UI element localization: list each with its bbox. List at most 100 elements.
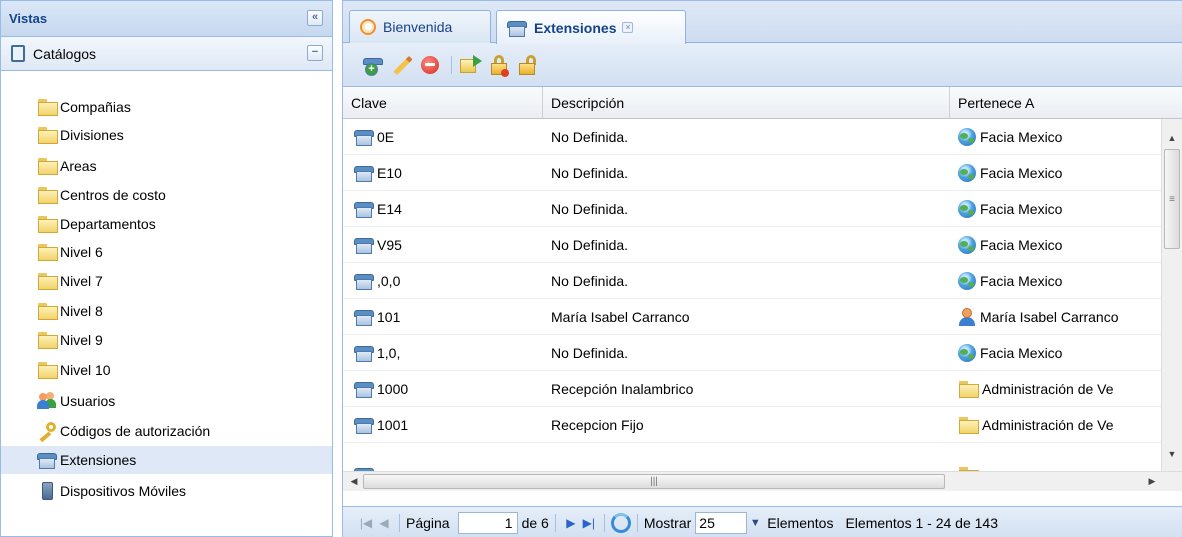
first-page-icon[interactable]: |◀ [357,514,375,532]
tree-item-codigos-de-autorizacion[interactable]: Códigos de autorización [37,417,333,445]
tree-item-label: Códigos de autorización [60,423,211,439]
tree-item-label: Dispositivos Móviles [60,483,187,499]
column-header-clave[interactable]: Clave [343,87,543,119]
collapse-panel-button[interactable]: « [307,10,323,26]
tree-item-departamentos[interactable]: Departamentos [37,210,333,238]
tree-item-label: Nivel 10 [60,362,111,378]
tree-item-extensiones[interactable]: Extensiones [1,446,332,474]
chevron-down-icon[interactable]: ▼ [747,512,763,534]
delete-icon [421,55,439,74]
tree-item-label: Divisiones [60,127,124,143]
tab-bienvenida[interactable]: Bienvenida [349,10,491,43]
lock-button[interactable] [488,54,510,77]
content-panel: Bienvenida Extensiones × Clave Descripci… [342,0,1182,537]
pertenece-text: Facia Mexico [980,237,1063,253]
last-page-icon[interactable]: ▶| [580,514,598,532]
tab-label: Extensiones [534,19,617,36]
refresh-icon[interactable] [610,512,631,533]
table-row[interactable]: E14 No Definida. Facia Mexico [343,191,1161,227]
cell-pertenece: Facia Mexico [958,227,1161,263]
table-row[interactable]: V95 No Definida. Facia Mexico [343,227,1161,263]
pertenece-text: Administración de Ve [982,417,1114,433]
prev-page-icon[interactable]: ◀ [375,514,393,532]
tree-item-usuarios[interactable]: Usuarios [37,387,333,415]
vertical-scrollbar[interactable]: ▲ ≡ ▼ [1161,119,1182,471]
horizontal-scroll-thumb[interactable]: ||| [363,474,945,489]
clave-text: 1001 [377,417,409,433]
tree-item-nivel-9[interactable]: Nivel 9 [37,326,333,354]
clave-text: V95 [377,237,402,253]
next-page-icon[interactable]: ▶ [562,514,580,532]
table-row[interactable]: E10 No Definida. Facia Mexico [343,155,1161,191]
phone-icon [354,237,374,254]
tree-item-label: Usuarios [60,393,116,409]
add-extension-icon [363,57,383,76]
tab-strip: Bienvenida Extensiones × [343,1,1182,44]
delete-button[interactable] [419,54,441,76]
folder-icon [37,216,58,233]
scroll-right-arrow-icon[interactable]: ▶ [1143,472,1161,491]
table-row[interactable]: 1,0, No Definida. Facia Mexico [343,335,1161,371]
catalogos-header[interactable]: Catálogos − [1,37,332,71]
mobile-device-icon [37,482,57,500]
scroll-down-arrow-icon[interactable]: ▼ [1162,445,1182,463]
vertical-scroll-thumb[interactable]: ≡ [1164,149,1180,249]
tree-item-dispositivos-moviles[interactable]: Dispositivos Móviles [37,477,333,505]
scroll-left-arrow-icon[interactable]: ◀ [345,472,363,491]
table-row[interactable]: 1001 Recepcion Fijo Administración de Ve [343,407,1161,443]
paging-separator [399,513,400,532]
cell-clave: 0E [354,119,534,155]
tree-item-nivel-7[interactable]: Nivel 7 [37,267,333,295]
tree-item-areas[interactable]: Areas [37,152,333,180]
tab-label: Bienvenida [383,19,453,35]
page-size-select[interactable]: 25 [695,511,748,534]
page-label: Página [406,514,450,531]
edit-icon [391,54,413,76]
clock-icon [360,19,376,35]
table-row[interactable]: 1000 Recepción Inalambrico Administració… [343,371,1161,407]
elements-label: Elementos [767,514,834,531]
cell-clave: 1000 [354,371,534,407]
globe-icon [958,128,976,146]
folder-icon [958,381,979,398]
cell-pertenece: Administración de Ve [958,371,1161,407]
collapse-section-button[interactable]: − [307,45,323,61]
paging-toolbar: |◀ ◀ Página de 6 ▶ ▶| Mostrar 25 ▼ Eleme… [343,506,1182,537]
column-header-pertenece[interactable]: Pertenece A [950,87,1182,119]
pertenece-text: Facia Mexico [980,165,1063,181]
share-button[interactable] [460,54,482,76]
vistas-title: Vistas [9,11,48,26]
paging-separator [636,513,638,532]
key-icon [37,422,57,443]
scroll-up-arrow-icon[interactable]: ▲ [1162,129,1182,147]
tree-item-nivel-8[interactable]: Nivel 8 [37,297,333,325]
page-number-input[interactable] [457,511,518,534]
horizontal-scrollbar[interactable]: ◀ ||| ▶ [343,471,1182,491]
tree-item-companias[interactable]: Compañias [37,93,333,121]
cell-clave: E10 [354,155,534,191]
phone-icon [354,129,374,146]
clave-text: 0E [377,129,395,145]
cell-pertenece: Facia Mexico [958,191,1161,227]
tree-item-nivel-10[interactable]: Nivel 10 [37,356,333,384]
table-row-partial[interactable] [343,443,1161,471]
globe-icon [958,164,976,182]
tab-extensiones[interactable]: Extensiones × [496,10,686,44]
vistas-header: Vistas « [1,1,332,37]
tree-item-centros-de-costo[interactable]: Centros de costo [37,181,333,209]
tree-item-divisiones[interactable]: Divisiones [37,121,333,149]
phone-icon [507,20,527,37]
folder-icon [37,362,58,379]
tree-item-nivel-6[interactable]: Nivel 6 [37,238,333,266]
unlock-button[interactable] [516,54,538,76]
table-row[interactable]: 101 María Isabel Carranco María Isabel C… [343,299,1161,335]
tree-item-label: Nivel 9 [60,332,103,348]
table-row[interactable]: 0E No Definida. Facia Mexico [343,119,1161,155]
close-tab-icon[interactable]: × [622,22,634,33]
column-header-descripcion[interactable]: Descripción [543,87,950,119]
table-row[interactable]: ,0,0 No Definida. Facia Mexico [343,263,1161,299]
edit-button[interactable] [391,54,413,76]
folder-icon [37,99,58,116]
cell-descripcion: Recepción Inalambrico [551,381,694,397]
add-extension-button[interactable] [363,54,385,76]
